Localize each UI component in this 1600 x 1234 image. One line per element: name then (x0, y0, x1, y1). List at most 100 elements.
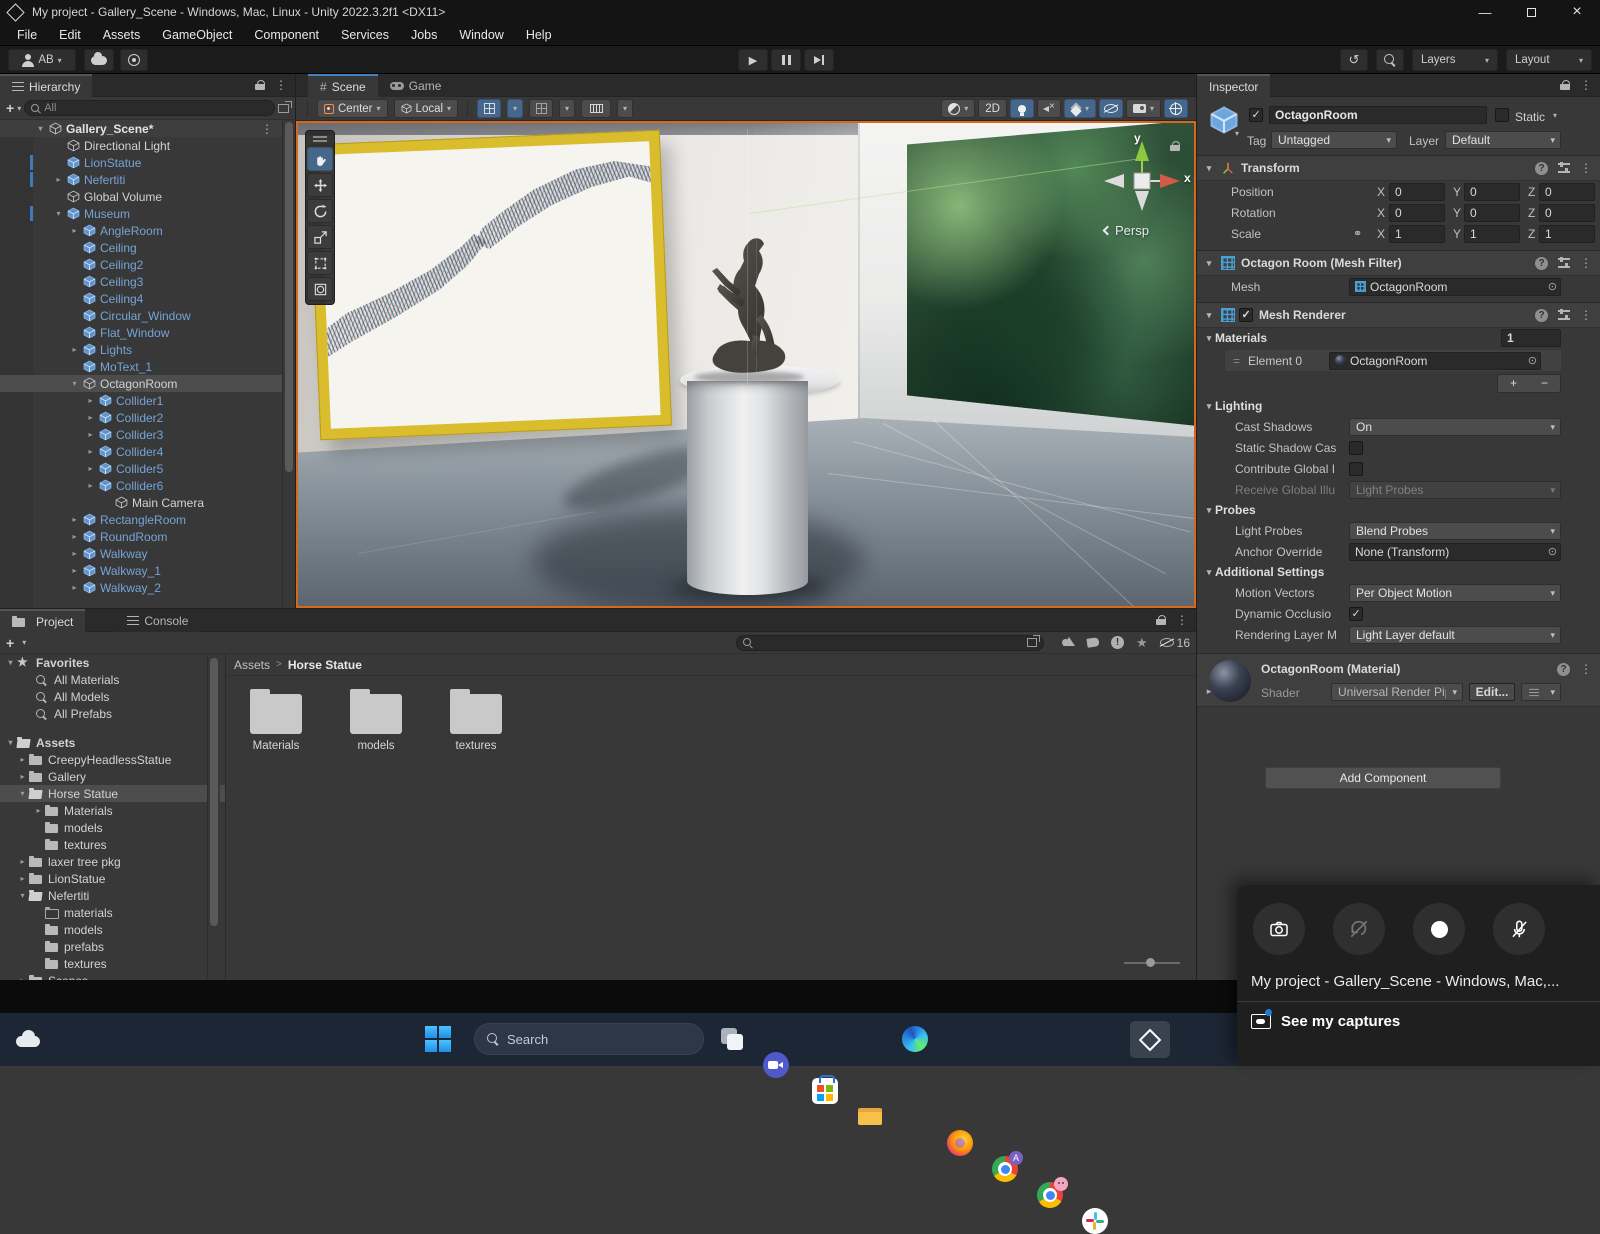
project-tree-item[interactable]: prefabs (0, 938, 225, 955)
menu-item[interactable]: Edit (48, 24, 92, 46)
object-picker-icon[interactable]: ⊙ (1548, 545, 1557, 558)
transform-tool-button[interactable] (307, 277, 333, 301)
foldout-arrow[interactable]: ▸ (1203, 686, 1215, 697)
windows-start-button[interactable] (425, 1026, 451, 1052)
material-element-row[interactable]: = Element 0 OctagonRoom ⊙ (1225, 350, 1561, 371)
materials-count-field[interactable]: 1 (1501, 329, 1561, 347)
rotation-x-field[interactable]: 0 (1389, 203, 1445, 222)
menu-item[interactable]: Help (515, 24, 563, 46)
project-tree-item[interactable]: materials (0, 904, 225, 921)
foldout-arrow[interactable] (84, 447, 97, 456)
object-picker-icon[interactable]: ⊙ (1528, 354, 1537, 367)
project-tree-item[interactable]: Horse Statue (0, 785, 225, 802)
hierarchy-item[interactable]: Ceiling2 ⋮ (0, 256, 283, 273)
layer-dropdown[interactable]: Default (1445, 131, 1561, 149)
cloud-button[interactable] (84, 49, 114, 71)
contribute-gi-checkbox[interactable] (1349, 461, 1363, 476)
scale-y-field[interactable]: 1 (1464, 224, 1520, 243)
project-search[interactable] (736, 634, 1044, 651)
foldout-arrow[interactable] (32, 806, 45, 815)
foldout-arrow[interactable]: ▾ (1203, 310, 1215, 321)
task-view-button[interactable] (719, 1026, 745, 1052)
presets-icon[interactable] (1558, 256, 1570, 268)
mesh-object-field[interactable]: OctagonRoom ⊙ (1349, 277, 1561, 296)
material-preview-sphere[interactable] (1209, 660, 1251, 702)
static-shadow-caster-checkbox[interactable] (1349, 440, 1363, 455)
project-search-input[interactable] (756, 636, 1023, 649)
hierarchy-item[interactable]: Directional Light ⋮ (0, 137, 283, 154)
position-z-field[interactable]: 0 (1539, 182, 1595, 201)
project-tree-item[interactable]: laxer tree pkg (0, 853, 225, 870)
transform-header[interactable]: ▾ Transform ? ⋮ (1197, 155, 1600, 181)
hierarchy-item[interactable]: Main Camera ⋮ (0, 494, 283, 511)
project-tree-item[interactable]: All Models (0, 688, 225, 705)
undo-history-button[interactable]: ↺ (1340, 49, 1368, 71)
tab-scene[interactable]: # Scene (308, 74, 378, 97)
perspective-label[interactable]: Persp (1102, 223, 1149, 238)
probes-foldout[interactable]: ▾ Probes (1197, 500, 1600, 520)
additional-settings-foldout[interactable]: ▾ Additional Settings (1197, 562, 1600, 582)
shading-mode-dropdown[interactable]: ▾ (941, 99, 976, 118)
lighting-toggle[interactable] (1009, 99, 1034, 118)
foldout-arrow[interactable] (68, 583, 81, 592)
unity-taskbar-icon[interactable] (1130, 1021, 1170, 1058)
edge-browser-icon[interactable] (902, 1026, 928, 1052)
position-y-field[interactable]: 0 (1464, 182, 1520, 201)
hierarchy-item[interactable]: Walkway_1 ⋮ (0, 562, 283, 579)
scene-viewport[interactable]: y x Persp (296, 121, 1196, 608)
hierarchy-item[interactable]: Collider3 ⋮ (0, 426, 283, 443)
project-tree-item[interactable]: Assets (0, 734, 225, 751)
foldout-arrow[interactable] (84, 413, 97, 422)
rotation-y-field[interactable]: 0 (1464, 203, 1520, 222)
component-menu-icon[interactable]: ⋮ (1580, 662, 1592, 676)
materials-foldout[interactable]: ▾ Materials 1 (1197, 328, 1600, 348)
project-tree-item[interactable] (0, 722, 225, 734)
mesh-filter-header[interactable]: ▾ Octagon Room (Mesh Filter) ? ⋮ (1197, 250, 1600, 276)
foldout-arrow[interactable] (68, 566, 81, 575)
asset-folder-tile[interactable]: Materials (240, 689, 312, 752)
hierarchy-item[interactable]: Circular_Window ⋮ (0, 307, 283, 324)
scale-tool-button[interactable] (307, 225, 333, 249)
hierarchy-item[interactable]: MoText_1 ⋮ (0, 358, 283, 375)
foldout-arrow[interactable] (68, 532, 81, 541)
weather-widget-icon[interactable] (14, 1026, 44, 1052)
step-button[interactable] (804, 49, 834, 71)
audio-toggle[interactable] (1036, 99, 1061, 118)
increment-snap-dropdown[interactable]: ▾ (559, 99, 576, 118)
account-button[interactable]: AB ▾ (8, 49, 76, 71)
chevron-down-icon[interactable]: ▾ (17, 104, 21, 113)
screenshot-button[interactable] (1253, 903, 1305, 955)
tab-console[interactable]: Console (115, 609, 201, 632)
cast-shadows-dropdown[interactable]: On (1349, 417, 1561, 436)
shader-dropdown[interactable]: Universal Render Pipeli (1331, 683, 1463, 701)
foldout-arrow[interactable]: ▾ (1203, 163, 1215, 174)
presets-icon[interactable] (1558, 308, 1570, 320)
hierarchy-item[interactable]: RectangleRoom ⋮ (0, 511, 283, 528)
menu-item[interactable]: Services (330, 24, 400, 46)
foldout-arrow[interactable] (68, 345, 81, 354)
hierarchy-item[interactable]: Global Volume ⋮ (0, 188, 283, 205)
project-tree-item[interactable]: textures (0, 955, 225, 972)
gizmo-y-label[interactable]: y (1134, 131, 1141, 145)
rotation-z-field[interactable]: 0 (1539, 203, 1595, 222)
gizmos-toggle[interactable] (1164, 99, 1188, 118)
tab-game[interactable]: Game (377, 74, 454, 97)
help-icon[interactable]: ? (1557, 662, 1570, 676)
hierarchy-item[interactable]: Collider2 ⋮ (0, 409, 283, 426)
tab-hierarchy[interactable]: Hierarchy (0, 74, 93, 97)
filter-by-label-icon[interactable] (1086, 637, 1100, 648)
close-button[interactable]: × (1554, 0, 1600, 24)
hierarchy-item[interactable]: OctagonRoom ⋮ (0, 375, 283, 392)
firefox-browser-icon[interactable] (947, 1130, 973, 1156)
hierarchy-item[interactable]: Lights ⋮ (0, 341, 283, 358)
see-my-captures-button[interactable]: See my captures (1251, 1013, 1400, 1030)
hidden-objects-toggle[interactable] (1098, 99, 1123, 118)
link-scale-icon[interactable]: ⚭ (1353, 227, 1362, 240)
hidden-packages-toggle[interactable]: 16 (1159, 636, 1190, 650)
record-button[interactable] (1413, 903, 1465, 955)
taskbar-search-input[interactable] (507, 1031, 657, 1047)
material-object-field[interactable]: OctagonRoom ⊙ (1329, 351, 1541, 370)
component-menu-icon[interactable]: ⋮ (1580, 256, 1592, 270)
position-x-field[interactable]: 0 (1389, 182, 1445, 201)
hierarchy-item[interactable]: Ceiling ⋮ (0, 239, 283, 256)
